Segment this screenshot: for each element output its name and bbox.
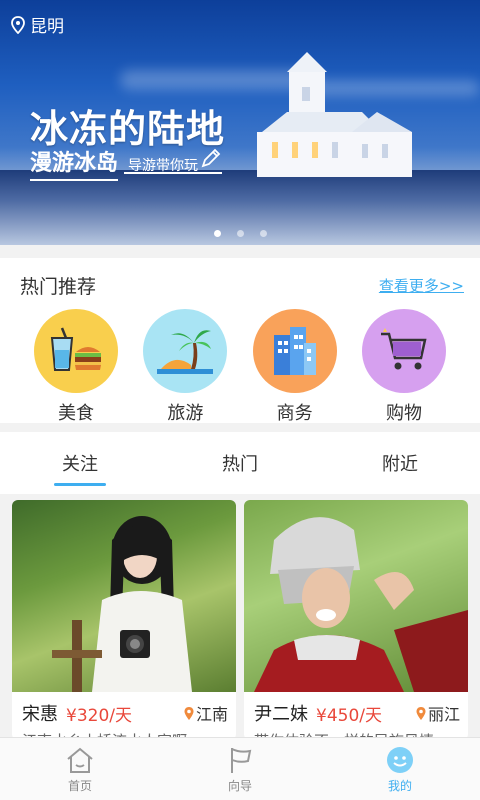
guide-location-label: 丽江 <box>427 705 460 724</box>
banner-carousel[interactable]: 昆明 冰冻的陆地 漫游冰岛 导游带你玩 <box>0 0 480 245</box>
guide-name: 宋惠 <box>22 704 58 725</box>
category-circle <box>34 309 118 393</box>
carousel-indicator <box>0 230 480 237</box>
profile-icon <box>387 746 413 773</box>
hot-recommendations: 热门推荐 查看更多>> 美食 旅游 商务 购物 <box>0 258 480 425</box>
bottom-navigation: 首页 向导 我的 <box>0 737 480 800</box>
nav-label: 首页 <box>67 778 92 793</box>
banner-subtitle-small: 导游带你玩 <box>128 158 199 174</box>
location-pin-icon <box>11 15 25 34</box>
view-more-link[interactable]: 查看更多>> <box>379 275 464 296</box>
guide-list: 宋惠 ¥320/天 江南 江南水乡小桥流水人家啊 <box>0 500 480 740</box>
flag-icon <box>231 747 252 773</box>
category-label: 旅游 <box>167 403 204 424</box>
location-pin-icon <box>416 706 426 720</box>
nav-label: 我的 <box>387 778 412 793</box>
category-food[interactable]: 美食 <box>34 309 118 425</box>
banner-underline <box>124 172 222 174</box>
category-label: 商务 <box>276 403 313 424</box>
location-pin-icon <box>184 706 194 720</box>
tab-hot[interactable]: 热门 <box>160 432 320 494</box>
guide-portrait <box>52 516 192 692</box>
app-screen: 昆明 冰冻的陆地 漫游冰岛 导游带你玩 热门推荐 查看更多>> 美食 旅游 商务… <box>0 0 480 800</box>
carousel-dot[interactable] <box>236 230 244 237</box>
nav-home[interactable]: 首页 <box>0 738 160 800</box>
nav-guide[interactable]: 向导 <box>160 738 320 800</box>
guide-price: ¥320/天 <box>66 705 132 726</box>
guide-location: 江南 <box>183 701 228 725</box>
palm-tree-icon <box>157 330 214 374</box>
buildings-icon <box>273 327 316 375</box>
nav-label: 向导 <box>227 778 252 793</box>
guide-price: ¥450/天 <box>316 705 382 726</box>
guide-card[interactable]: 尹二妹 ¥450/天 丽江 带你体验不一样的民族风情 <box>244 500 468 740</box>
carousel-dot[interactable] <box>213 230 221 237</box>
guide-card[interactable]: 宋惠 ¥320/天 江南 江南水乡小桥流水人家啊 <box>12 500 236 740</box>
tab-follow[interactable]: 关注 <box>0 432 160 494</box>
nav-profile[interactable]: 我的 <box>320 738 480 800</box>
category-circle <box>361 309 446 393</box>
pencil-icon <box>201 148 221 168</box>
guide-location: 丽江 <box>415 701 460 725</box>
category-business[interactable]: 商务 <box>252 309 337 425</box>
category-circle <box>143 309 228 393</box>
category-shopping[interactable]: 购物 <box>361 309 446 425</box>
food-icon <box>50 327 101 371</box>
location-label: 昆明 <box>30 17 64 37</box>
guide-photo <box>244 500 468 692</box>
tab-nearby[interactable]: 附近 <box>320 432 480 494</box>
category-circle <box>252 309 337 393</box>
home-icon <box>67 747 93 773</box>
guide-location-label: 江南 <box>195 705 228 724</box>
category-label: 购物 <box>385 403 422 424</box>
banner-subtitle: 漫游冰岛 导游带你玩 <box>30 145 198 181</box>
guide-photo <box>12 500 236 692</box>
location-selector[interactable]: 昆明 <box>10 12 64 37</box>
guide-portrait <box>254 517 468 692</box>
category-label: 美食 <box>58 403 94 424</box>
cart-icon <box>380 328 427 370</box>
category-travel[interactable]: 旅游 <box>143 309 228 425</box>
church-illustration <box>257 52 412 177</box>
guide-name: 尹二妹 <box>254 704 308 725</box>
carousel-dot[interactable] <box>259 230 267 237</box>
feed-tabs: 关注 热门 附近 <box>0 432 480 494</box>
banner-subtitle-main: 漫游冰岛 <box>30 145 119 181</box>
section-title: 热门推荐 <box>20 276 97 298</box>
